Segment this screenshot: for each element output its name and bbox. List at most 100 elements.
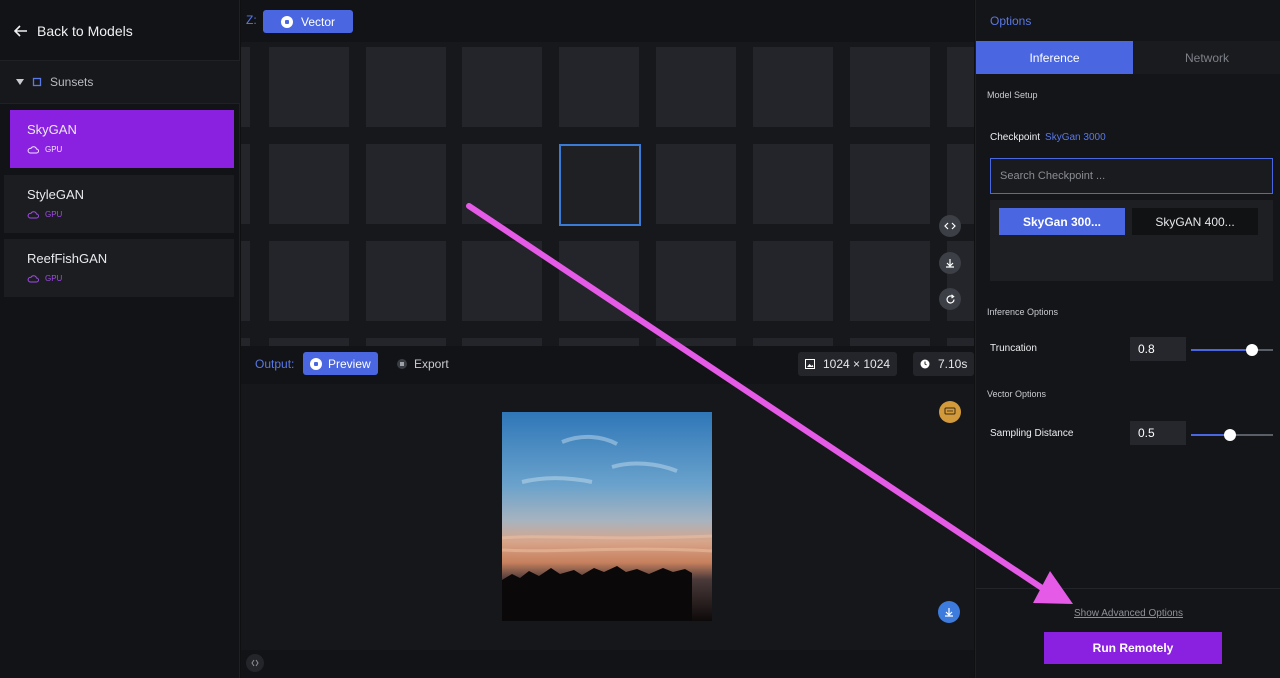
output-toolbar: Output: Preview Export 1024 × 1024 7.10s	[241, 346, 974, 384]
latent-grid	[241, 42, 974, 418]
folder-icon	[32, 77, 42, 87]
latent-cell[interactable]	[850, 47, 930, 127]
code-button[interactable]	[939, 215, 961, 237]
latent-cell[interactable]	[462, 241, 542, 321]
latent-cell[interactable]	[269, 47, 349, 127]
export-label: Export	[414, 356, 449, 371]
z-label: Z:	[246, 13, 257, 27]
show-advanced-options-link[interactable]: Show Advanced Options	[1074, 608, 1183, 619]
latent-cell[interactable]	[462, 144, 542, 224]
tab-network[interactable]: Network	[1133, 41, 1280, 74]
sampling-distance-input[interactable]: 0.5	[1130, 421, 1186, 445]
model-item-stylegan[interactable]: StyleGAN GPU	[4, 175, 234, 233]
latent-cell[interactable]	[241, 241, 250, 321]
group-label: Sunsets	[50, 75, 94, 89]
model-name: ReefFishGAN	[27, 251, 108, 266]
refresh-button[interactable]	[939, 288, 961, 310]
checkpoint-search-input[interactable]	[990, 158, 1273, 194]
run-remotely-button[interactable]: Run Remotely	[1044, 632, 1222, 664]
latent-cell[interactable]	[559, 47, 639, 127]
checkpoint-option[interactable]: SkyGAN 400...	[1132, 208, 1258, 235]
chat-icon	[944, 407, 956, 415]
download-icon	[946, 259, 954, 268]
time-value: 7.10s	[938, 357, 968, 371]
panel-divider	[976, 588, 1280, 589]
clock-icon	[920, 359, 930, 369]
bottom-bar	[241, 650, 974, 678]
workspace: Z: Vector Output: Preview Export 1024 × …	[241, 0, 974, 678]
cloud-icon	[27, 145, 39, 153]
latent-cell[interactable]	[241, 47, 250, 127]
back-to-models-button[interactable]: Back to Models	[14, 20, 133, 42]
truncation-input[interactable]: 0.8	[1130, 337, 1186, 361]
slider-knob[interactable]	[1224, 429, 1237, 441]
latent-cell[interactable]	[850, 144, 930, 224]
latent-cell[interactable]	[269, 144, 349, 224]
latent-cell[interactable]	[947, 144, 974, 224]
latent-cell[interactable]	[559, 241, 639, 321]
latent-cell[interactable]	[753, 47, 833, 127]
model-tag: GPU	[45, 210, 63, 219]
time-chip: 7.10s	[913, 352, 974, 376]
resolution-chip: 1024 × 1024	[798, 352, 898, 376]
preview-button[interactable]: Preview	[303, 352, 378, 375]
model-name: StyleGAN	[27, 187, 85, 202]
vector-label: Vector	[301, 14, 336, 29]
latent-cell[interactable]	[850, 241, 930, 321]
model-group-sunsets[interactable]: Sunsets	[0, 60, 240, 104]
model-item-skygan[interactable]: SkyGAN GPU	[10, 110, 234, 168]
vector-options-heading: Vector Options	[987, 389, 1047, 399]
download-icon	[945, 608, 953, 617]
checkpoint-label: Checkpoint	[990, 132, 1041, 143]
model-setup-heading: Model Setup	[987, 90, 1038, 100]
tab-inference[interactable]: Inference	[976, 41, 1133, 74]
latent-cell[interactable]	[656, 241, 736, 321]
options-panel: Options Inference Network Model Setup Ch…	[975, 0, 1280, 678]
caret-down-icon	[16, 79, 24, 85]
back-arrow-icon	[14, 25, 27, 37]
expand-button[interactable]	[246, 654, 264, 672]
model-name: SkyGAN	[27, 122, 77, 137]
model-tag: GPU	[45, 145, 63, 154]
truncation-label: Truncation	[990, 343, 1037, 354]
export-button[interactable]: Export	[397, 352, 449, 375]
image-icon	[805, 359, 815, 369]
cloud-icon	[27, 274, 39, 282]
models-sidebar: Back to Models Sunsets SkyGAN GPU StyleG…	[0, 0, 240, 678]
sampling-distance-label: Sampling Distance	[990, 428, 1074, 439]
refresh-icon	[945, 293, 955, 303]
truncation-slider[interactable]	[1191, 344, 1273, 356]
checkpoint-row: Checkpoint SkyGan 3000	[990, 132, 1106, 143]
output-preview	[241, 384, 974, 650]
model-item-reeffishgan[interactable]: ReefFishGAN GPU	[4, 239, 234, 297]
vector-icon	[281, 15, 293, 28]
latent-cell[interactable]	[947, 47, 974, 127]
resolution-value: 1024 × 1024	[823, 357, 891, 371]
download-output-button[interactable]	[938, 601, 960, 623]
latent-cell[interactable]	[241, 144, 250, 224]
model-tag: GPU	[45, 274, 63, 283]
output-label: Output:	[255, 357, 295, 371]
chat-button[interactable]	[939, 401, 961, 423]
vector-button[interactable]: Vector	[263, 10, 353, 33]
latent-cell[interactable]	[656, 144, 736, 224]
latent-cell[interactable]	[656, 47, 736, 127]
latent-cell-selected[interactable]	[559, 144, 641, 226]
latent-cell[interactable]	[366, 47, 446, 127]
latent-cell[interactable]	[462, 47, 542, 127]
latent-cell[interactable]	[269, 241, 349, 321]
code-icon	[944, 222, 956, 230]
latent-cell[interactable]	[753, 241, 833, 321]
download-latent-button[interactable]	[939, 252, 961, 274]
latent-cell[interactable]	[366, 241, 446, 321]
slider-knob[interactable]	[1245, 344, 1258, 356]
checkpoint-list: SkyGan 300... SkyGAN 400...	[990, 200, 1273, 281]
back-label: Back to Models	[37, 23, 133, 39]
sampling-distance-slider[interactable]	[1191, 429, 1273, 441]
latent-cell[interactable]	[366, 144, 446, 224]
cloud-icon	[27, 210, 39, 218]
checkpoint-value: SkyGan 3000	[1045, 132, 1106, 143]
latent-cell[interactable]	[753, 144, 833, 224]
checkpoint-option-selected[interactable]: SkyGan 300...	[999, 208, 1125, 235]
expand-icon	[251, 659, 259, 667]
